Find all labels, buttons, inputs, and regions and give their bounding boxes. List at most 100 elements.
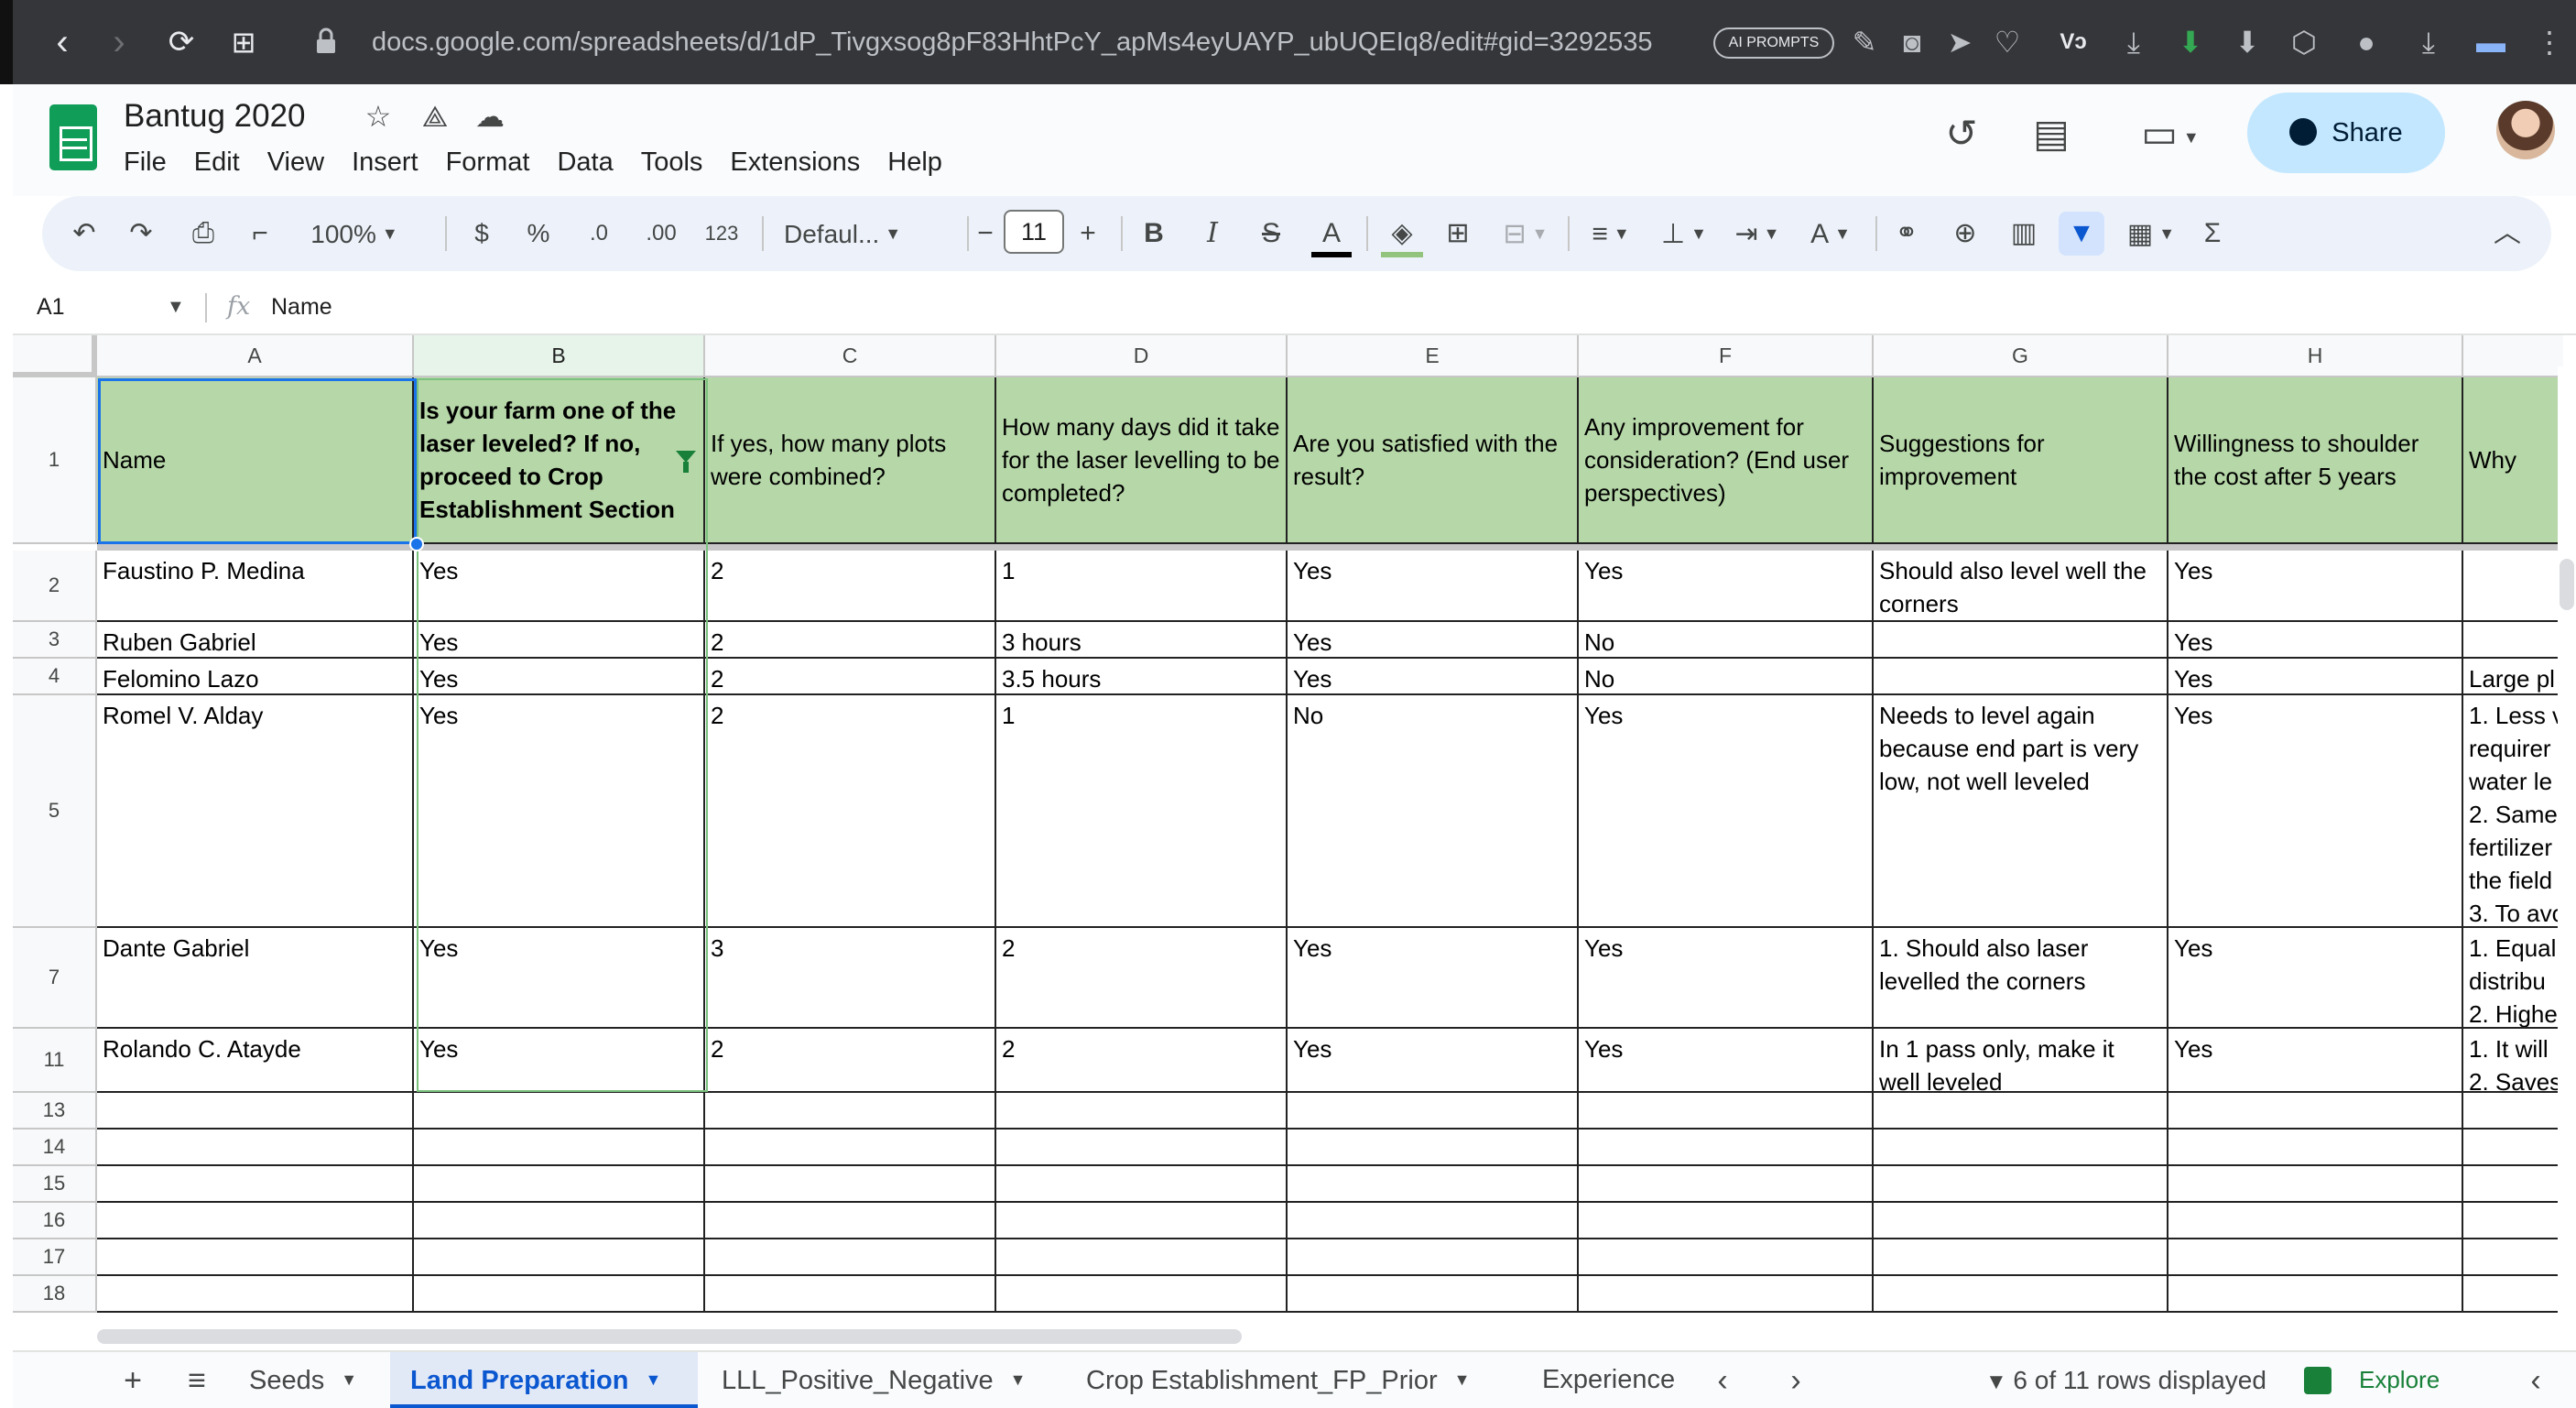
scroll-tabs-right-icon[interactable]: › bbox=[1773, 1359, 1819, 1402]
empty-cell[interactable] bbox=[1874, 1093, 2168, 1130]
column-header-a[interactable]: A bbox=[97, 335, 414, 377]
empty-cell[interactable] bbox=[1579, 1276, 1874, 1313]
filter-views-icon[interactable]: ▦ ▼ bbox=[2119, 212, 2183, 256]
version-history-icon[interactable]: ↺ bbox=[1934, 106, 1989, 161]
row-header[interactable]: 2 bbox=[13, 551, 97, 622]
sheet-tab[interactable]: Crop Establishment_FP_Prior ▼ bbox=[1066, 1352, 1515, 1408]
empty-cell[interactable] bbox=[1288, 1130, 1579, 1166]
font-family-select[interactable]: Defaul... ▼ bbox=[775, 212, 958, 256]
download-icon[interactable]: ⤓ bbox=[2114, 22, 2154, 62]
table-cell[interactable]: Ruben Gabriel bbox=[97, 622, 414, 659]
chevron-down-icon[interactable]: ▼ bbox=[341, 1370, 357, 1389]
row-header[interactable]: 3 bbox=[13, 622, 97, 659]
empty-cell[interactable] bbox=[705, 1166, 996, 1203]
column-header-b[interactable]: B bbox=[414, 335, 705, 377]
empty-cell[interactable] bbox=[996, 1093, 1288, 1130]
ai-prompts-badge[interactable]: AI PROMPTS bbox=[1713, 27, 1834, 59]
spreadsheet-grid[interactable]: ABCDEFGH 1 2 3 4 5 7 11 13 14 15 16 17 18 Name Is you… bbox=[13, 335, 2563, 1323]
table-cell[interactable]: Yes bbox=[2168, 622, 2463, 659]
comments-icon[interactable]: ▤ bbox=[2024, 106, 2079, 161]
insert-comment-icon[interactable]: ⊕ bbox=[1947, 212, 1984, 256]
move-to-drive-icon[interactable]: ⟁ bbox=[416, 97, 454, 136]
table-cell[interactable]: Yes bbox=[1288, 1029, 1579, 1093]
text-color-button[interactable]: A bbox=[1311, 212, 1352, 257]
row-header[interactable]: 11 bbox=[13, 1029, 97, 1093]
menu-data[interactable]: Data bbox=[557, 141, 613, 183]
empty-cell[interactable] bbox=[2463, 1276, 2563, 1313]
font-size-plus-button[interactable]: + bbox=[1070, 212, 1106, 256]
row-header[interactable]: 5 bbox=[13, 695, 97, 928]
horizontal-align-icon[interactable]: ≡ ▼ bbox=[1581, 212, 1641, 256]
table-cell[interactable]: Faustino P. Medina bbox=[97, 551, 414, 622]
table-cell[interactable]: Yes bbox=[2168, 659, 2463, 695]
paint-format-icon[interactable]: ⌐ bbox=[242, 212, 278, 256]
explore-button[interactable]: Explore bbox=[2359, 1352, 2440, 1408]
empty-cell[interactable] bbox=[97, 1093, 414, 1130]
empty-cell[interactable] bbox=[705, 1130, 996, 1166]
table-cell[interactable]: Yes bbox=[2168, 695, 2463, 928]
empty-cell[interactable] bbox=[414, 1130, 705, 1166]
decrease-decimal-button[interactable]: .0 bbox=[577, 212, 621, 256]
empty-cell[interactable] bbox=[1579, 1166, 1874, 1203]
fill-color-icon[interactable]: ◈ bbox=[1381, 212, 1423, 257]
edit-icon[interactable]: ✎ bbox=[1844, 22, 1885, 62]
filter-icon[interactable]: ▼ bbox=[2059, 212, 2104, 256]
share-button[interactable]: Share bbox=[2247, 93, 2445, 173]
empty-cell[interactable] bbox=[97, 1239, 414, 1276]
empty-cell[interactable] bbox=[1579, 1130, 1874, 1166]
row-header[interactable]: 16 bbox=[13, 1203, 97, 1239]
formula-input[interactable]: Name bbox=[271, 286, 332, 328]
empty-cell[interactable] bbox=[1874, 1276, 2168, 1313]
column-header-d[interactable]: D bbox=[996, 335, 1288, 377]
header-cell-c[interactable]: If yes, how many plots were combined? bbox=[705, 377, 996, 544]
sheet-tab[interactable]: Seeds ▼ bbox=[229, 1352, 385, 1408]
table-cell[interactable]: Yes bbox=[1579, 1029, 1874, 1093]
empty-cell[interactable] bbox=[705, 1093, 996, 1130]
add-sheet-button[interactable]: + bbox=[110, 1359, 156, 1402]
menu-edit[interactable]: Edit bbox=[194, 141, 240, 183]
rows-displayed-status[interactable]: ▼ 6 of 11 rows displayed bbox=[1985, 1352, 2266, 1408]
table-cell[interactable]: 3 bbox=[705, 928, 996, 1029]
table-cell[interactable]: 1. Equal distribu 2. Highe bbox=[2463, 928, 2563, 1029]
column-header-c[interactable]: C bbox=[705, 335, 996, 377]
frozen-row-divider[interactable] bbox=[97, 544, 2563, 551]
empty-cell[interactable] bbox=[705, 1203, 996, 1239]
table-cell[interactable]: Large pl bbox=[2463, 659, 2563, 695]
table-cell[interactable] bbox=[2463, 622, 2563, 659]
empty-cell[interactable] bbox=[1874, 1239, 2168, 1276]
tab-search-icon[interactable]: ⊞ bbox=[222, 20, 266, 64]
table-cell[interactable]: Yes bbox=[2168, 1029, 2463, 1093]
row-header[interactable]: 14 bbox=[13, 1130, 97, 1166]
currency-format-button[interactable]: $ bbox=[463, 212, 500, 256]
menu-insert[interactable]: Insert bbox=[352, 141, 418, 183]
menu-tools[interactable]: Tools bbox=[641, 141, 703, 183]
table-cell[interactable]: 1. Should also laser levelled the corner… bbox=[1874, 928, 2168, 1029]
zoom-select[interactable]: 100% ▼ bbox=[304, 212, 405, 256]
empty-cell[interactable] bbox=[1874, 1203, 2168, 1239]
menu-format[interactable]: Format bbox=[446, 141, 530, 183]
vertical-align-icon[interactable]: ⊥ ▼ bbox=[1654, 212, 1714, 256]
print-icon[interactable]: ⎙ bbox=[185, 212, 222, 256]
table-cell[interactable]: Rolando C. Atayde bbox=[97, 1029, 414, 1093]
empty-cell[interactable] bbox=[414, 1239, 705, 1276]
empty-cell[interactable] bbox=[1288, 1166, 1579, 1203]
table-cell[interactable]: No bbox=[1579, 659, 1874, 695]
header-cell-a[interactable]: Name bbox=[97, 377, 414, 544]
empty-cell[interactable] bbox=[705, 1276, 996, 1313]
heart-icon[interactable]: ♡ bbox=[1987, 22, 2027, 62]
empty-cell[interactable] bbox=[2168, 1093, 2463, 1130]
table-cell[interactable]: 2 bbox=[705, 695, 996, 928]
document-title[interactable]: Bantug 2020 bbox=[124, 93, 306, 139]
table-cell[interactable]: Yes bbox=[1288, 551, 1579, 622]
chevron-down-icon[interactable]: ▼ bbox=[1454, 1370, 1471, 1389]
collapse-toolbar-icon[interactable]: ︿ bbox=[2489, 212, 2526, 256]
empty-cell[interactable] bbox=[2463, 1093, 2563, 1130]
empty-cell[interactable] bbox=[1874, 1130, 2168, 1166]
row-header[interactable]: 4 bbox=[13, 659, 97, 695]
column-header-h[interactable]: H bbox=[2168, 335, 2463, 377]
menu-extensions[interactable]: Extensions bbox=[730, 141, 860, 183]
table-cell[interactable]: Yes bbox=[1579, 695, 1874, 928]
table-cell[interactable]: 2 bbox=[705, 1029, 996, 1093]
empty-cell[interactable] bbox=[1288, 1239, 1579, 1276]
all-sheets-button[interactable]: ≡ bbox=[174, 1359, 220, 1402]
